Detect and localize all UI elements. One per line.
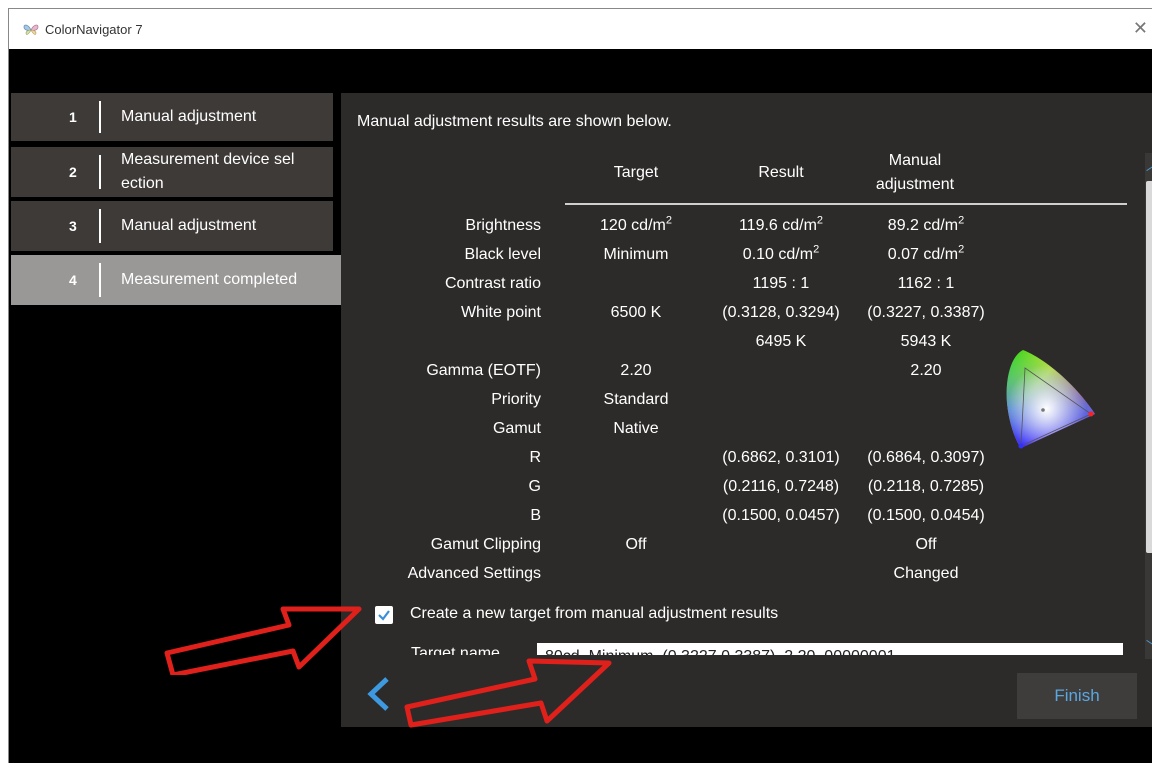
step-label: Manual adjustment [121, 108, 257, 125]
row-label: Priority [491, 391, 541, 408]
row-label: Gamma (EOTF) [426, 362, 541, 379]
finish-button[interactable]: Finish [1017, 673, 1137, 719]
target-value: Minimum [603, 246, 669, 263]
result-value: (0.1500, 0.0457) [722, 507, 840, 524]
column-header-result: Result [758, 164, 804, 181]
result-value: 119.6 cd/m2 [738, 214, 824, 234]
close-icon[interactable]: ✕ [1133, 18, 1148, 39]
step-4[interactable]: 4 Measurement completed [11, 255, 341, 305]
results-panel: Manual adjustment results are shown belo… [341, 93, 1152, 727]
row-label: R [529, 449, 541, 466]
result-value: (0.3128, 0.3294) [722, 304, 840, 321]
chevron-left-icon [367, 677, 389, 711]
row-label: Gamut Clipping [430, 536, 541, 553]
step-3[interactable]: 3 Manual adjustment [11, 201, 333, 251]
app-window: ColorNavigator 7 ✕ 1 Manual adjustment 2… [8, 8, 1152, 763]
scrollbar-thumb[interactable] [1146, 181, 1152, 553]
step-label: Manual adjustment [121, 217, 257, 234]
result-row: Gamut Clipping Off Off [341, 530, 1131, 559]
manual-value: (0.1500, 0.0454) [867, 507, 985, 524]
row-label: G [528, 478, 541, 495]
row-label: Brightness [465, 217, 541, 234]
manual-value: 5943 K [900, 333, 952, 350]
result-value: (0.6862, 0.3101) [722, 449, 840, 466]
step-number: 2 [69, 164, 77, 180]
step-divider [99, 101, 101, 133]
window-title: ColorNavigator 7 [45, 22, 143, 37]
column-header-target: Target [613, 164, 659, 181]
step-divider [99, 263, 101, 297]
row-label: Contrast ratio [444, 275, 541, 292]
target-value: 6500 K [610, 304, 662, 321]
create-target-label: Create a new target from manual adjustme… [410, 605, 779, 622]
target-value: 2.20 [620, 362, 652, 379]
row-label: Black level [464, 246, 541, 263]
step-divider [99, 209, 101, 243]
result-row: Brightness 120 cd/m2 119.6 cd/m2 89.2 cd/m2 [341, 211, 1131, 240]
row-label: Gamut [492, 420, 541, 437]
manual-value: Off [915, 536, 937, 553]
step-1[interactable]: 1 Manual adjustment [11, 93, 333, 141]
target-value: 120 cd/m2 [600, 214, 672, 234]
create-target-checkbox[interactable] [375, 606, 393, 624]
manual-value: 2.20 [910, 362, 942, 379]
manual-value: 0.07 cd/m2 [887, 243, 965, 263]
manual-value: (0.6864, 0.3097) [867, 449, 985, 466]
target-value: Native [613, 420, 659, 437]
manual-value: (0.2118, 0.7285) [867, 478, 985, 495]
target-value: Off [625, 536, 647, 553]
butterfly-app-icon [23, 24, 39, 35]
result-row: Advanced Settings Changed [341, 559, 1131, 588]
step-label: Measurement device sel ection [121, 151, 295, 192]
row-label: Advanced Settings [407, 565, 541, 582]
result-row: White point 6500 K (0.3128, 0.3294) (0.3227… [341, 298, 1131, 327]
manual-value: 1162 : 1 [897, 275, 955, 292]
result-row: B (0.1500, 0.0457) (0.1500, 0.0454) [341, 501, 1131, 530]
manual-value: 89.2 cd/m2 [887, 214, 965, 234]
intro-text: Manual adjustment results are shown belo… [357, 113, 672, 130]
chevron-up-icon[interactable]: ︿ [1145, 153, 1152, 179]
target-value: Standard [603, 391, 669, 408]
checkmark-icon [378, 610, 390, 621]
header-divider [565, 203, 1127, 205]
title-bar: ColorNavigator 7 ✕ [9, 9, 1152, 49]
column-header-manual: Manual adjustment [875, 152, 955, 193]
result-row: Black level Minimum 0.10 cd/m2 0.07 cd/m2 [341, 240, 1131, 269]
manual-value: Changed [893, 565, 959, 582]
result-row: Contrast ratio 1195 : 1 1162 : 1 [341, 269, 1131, 298]
back-button[interactable] [361, 671, 395, 717]
step-divider [99, 155, 101, 189]
result-value: (0.2116, 0.7248) [722, 478, 840, 495]
result-value: 1195 : 1 [752, 275, 810, 292]
vertical-scrollbar[interactable]: ︿ ﹀ [1145, 153, 1152, 659]
step-number: 1 [69, 109, 77, 125]
manual-value: (0.3227, 0.3387) [867, 304, 985, 321]
result-value: 0.10 cd/m2 [742, 243, 820, 263]
step-label: Measurement completed [121, 271, 298, 288]
result-value: 6495 K [755, 333, 807, 350]
chevron-down-icon[interactable]: ﹀ [1145, 633, 1152, 659]
row-label: B [530, 507, 541, 524]
row-label: White point [460, 304, 541, 321]
step-number: 4 [69, 272, 77, 288]
step-2[interactable]: 2 Measurement device sel ection [11, 147, 333, 197]
gamut-diagram [1006, 350, 1095, 449]
step-number: 3 [69, 218, 77, 234]
result-row: G (0.2116, 0.7248) (0.2118, 0.7285) [341, 472, 1131, 501]
annotation-arrow-icon [164, 606, 362, 675]
